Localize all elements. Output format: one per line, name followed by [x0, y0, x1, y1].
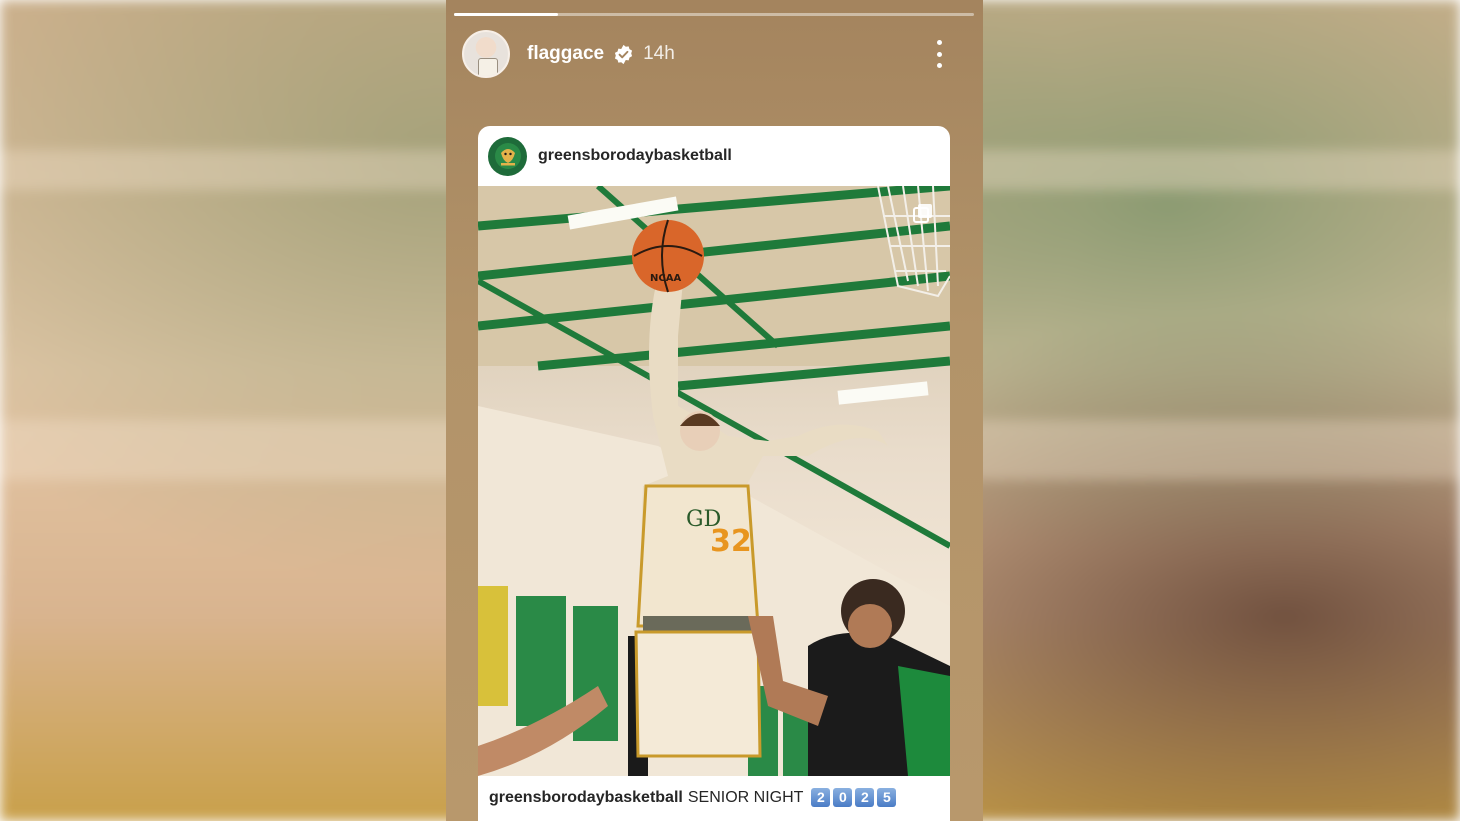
keycap-digit: 2 [811, 788, 831, 807]
keycap-digit: 0 [833, 788, 853, 807]
keycap-digit: 5 [877, 788, 897, 807]
ball-marking: NCAA [650, 273, 681, 284]
verified-badge-icon [615, 44, 633, 64]
year-keycap-digits: 2 0 2 5 [808, 788, 897, 807]
team-logo-avatar[interactable] [488, 136, 527, 176]
shared-post-username[interactable]: greensborodaybasketball [538, 147, 732, 165]
tiger-logo-icon [494, 143, 521, 169]
avatar[interactable] [462, 30, 510, 78]
story-progress-fill [454, 13, 558, 16]
post-caption: greensborodaybasketball SENIOR NIGHT 2 0… [478, 776, 950, 819]
more-options-icon[interactable] [929, 40, 949, 68]
story-header: flaggace 14h [462, 30, 967, 78]
shared-post-header: greensborodaybasketball [478, 126, 950, 186]
story-viewer[interactable]: flaggace 14h greensborodaybasketball GD … [446, 0, 983, 821]
story-username[interactable]: flaggace [527, 43, 604, 65]
carousel-icon [913, 204, 932, 223]
jersey-number: 32 [710, 524, 752, 559]
basketball-photo-illustration: GD 32 NCAA [478, 186, 950, 776]
story-timestamp: 14h [643, 43, 675, 64]
post-photo[interactable]: GD 32 NCAA [478, 186, 950, 776]
caption-username[interactable]: greensborodaybasketball [489, 789, 683, 807]
shared-post-card[interactable]: greensborodaybasketball GD 32 NCAA green… [478, 126, 950, 821]
story-progress-bar [454, 13, 974, 16]
keycap-digit: 2 [855, 788, 875, 807]
caption-text: SENIOR NIGHT [687, 788, 804, 806]
